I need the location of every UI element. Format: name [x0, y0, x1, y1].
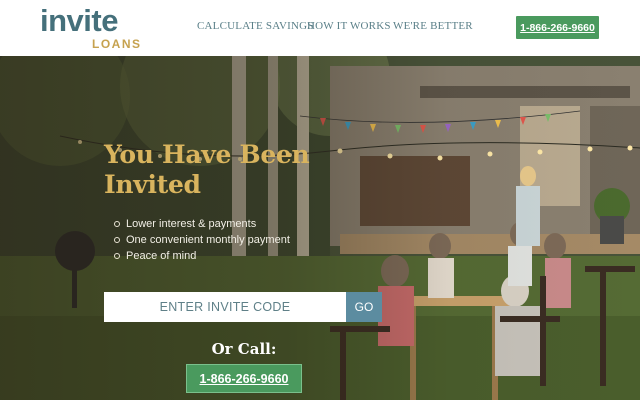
- go-button[interactable]: GO: [346, 292, 382, 322]
- logo-subtext: LOANS: [92, 37, 142, 51]
- bullet-circle-icon: [114, 221, 120, 227]
- site-header: invite LOANS CALCULATE SAVINGS HOW IT WO…: [0, 0, 640, 56]
- hero-phone-button[interactable]: 1-866-266-9660: [186, 364, 302, 393]
- bullet-circle-icon: [114, 253, 120, 259]
- bullet-circle-icon: [114, 237, 120, 243]
- hero-section: You Have Been Invited Lower interest & p…: [0, 56, 640, 400]
- benefits-list: Lower interest & payments One convenient…: [114, 216, 290, 264]
- invite-code-input[interactable]: [104, 292, 346, 322]
- nav-calculate-savings[interactable]: CALCULATE SAVINGS: [197, 20, 314, 32]
- hero-title-line1: You Have Been: [104, 140, 310, 169]
- invite-code-form: GO: [104, 292, 382, 322]
- hero-title: You Have Been Invited: [104, 140, 324, 200]
- benefit-item: Peace of mind: [114, 248, 290, 264]
- or-call-label: Or Call:: [211, 340, 277, 358]
- benefit-item: Lower interest & payments: [114, 216, 290, 232]
- hero-title-line2: Invited: [104, 170, 201, 199]
- benefit-item: One convenient monthly payment: [114, 232, 290, 248]
- hero-dark-overlay: [0, 56, 640, 400]
- invite-loans-logo[interactable]: invite LOANS: [40, 3, 150, 52]
- nav-were-better[interactable]: WE'RE BETTER: [393, 20, 473, 32]
- header-phone-button[interactable]: 1-866-266-9660: [516, 16, 599, 39]
- logo-wordmark: invite: [40, 3, 118, 38]
- nav-how-it-works[interactable]: HOW IT WORKS: [307, 20, 391, 32]
